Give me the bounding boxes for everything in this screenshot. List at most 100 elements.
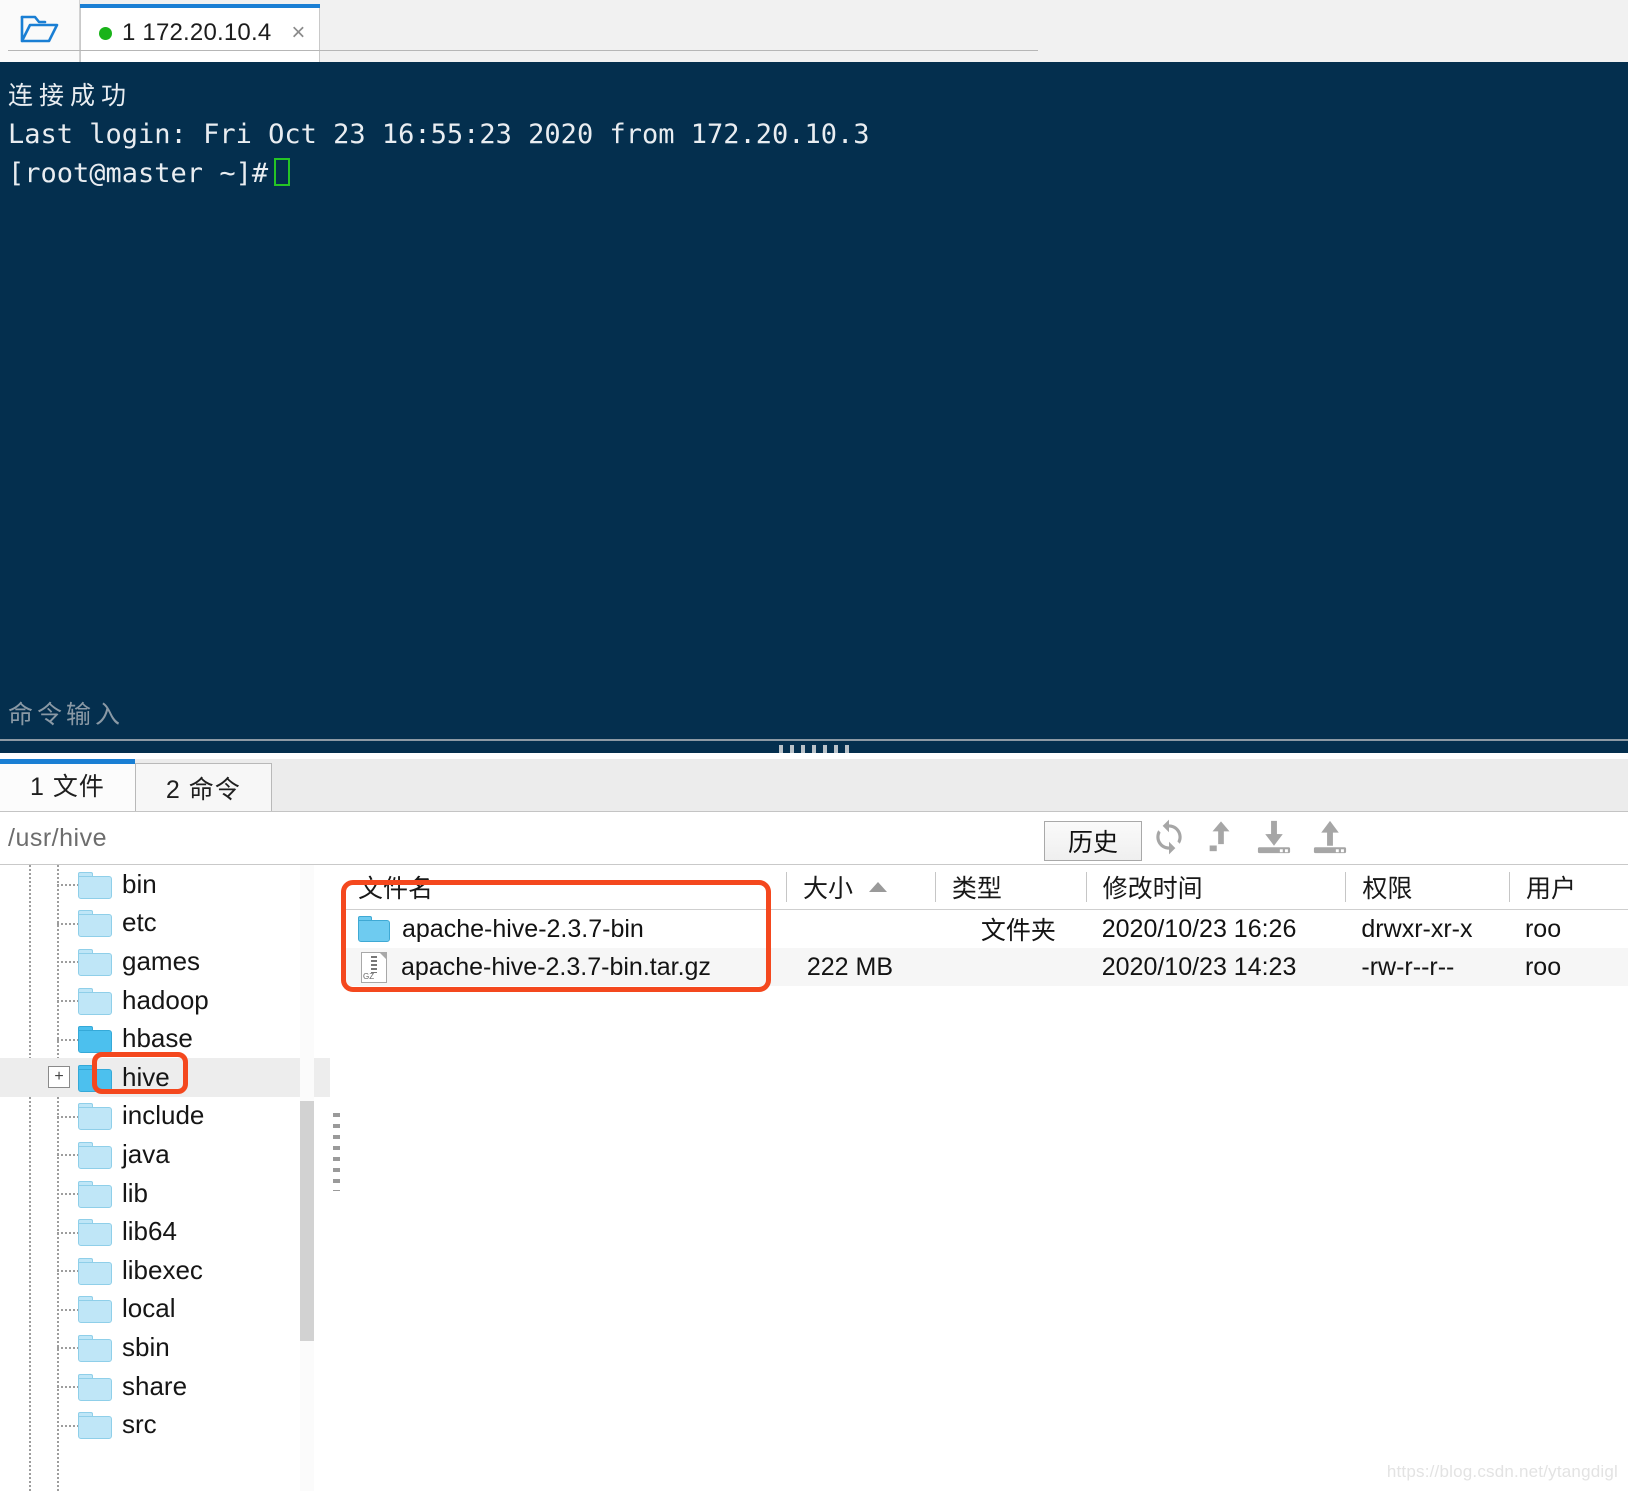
column-header-perm[interactable]: 权限 <box>1345 872 1509 903</box>
folder-icon <box>78 1180 112 1208</box>
file-cell-user: roo <box>1509 915 1628 944</box>
file-list-body[interactable]: apache-hive-2.3.7-bin 文件夹 2020/10/23 16:26… <box>342 910 1628 986</box>
file-perm-text: drwxr-xr-x <box>1361 914 1473 943</box>
go-up-icon[interactable] <box>1204 818 1238 856</box>
tree-item-libexec[interactable]: libexec <box>0 1251 330 1290</box>
column-header-label: 权限 <box>1362 875 1413 903</box>
tree-item-label: include <box>122 1100 205 1131</box>
tree-item-hbase[interactable]: hbase <box>0 1019 330 1058</box>
file-name-text: apache-hive-2.3.7-bin.tar.gz <box>401 952 711 981</box>
tree-connector <box>57 1231 79 1234</box>
file-mtime-text: 2020/10/23 16:26 <box>1101 914 1297 943</box>
file-row[interactable]: apache-hive-2.3.7-bin 文件夹 2020/10/23 16:26… <box>342 910 1628 948</box>
tree-connector <box>57 1154 79 1157</box>
tree-item-etc[interactable]: etc <box>0 904 330 943</box>
folder-icon <box>78 1412 112 1440</box>
upload-icon[interactable] <box>1310 818 1350 856</box>
column-header-name[interactable]: 文件名 <box>342 872 786 903</box>
tab-files-label: 1 文件 <box>30 773 105 801</box>
watermark: https://blog.csdn.net/ytangdigl <box>1386 1462 1618 1481</box>
file-type-text: 文件夹 <box>980 917 1056 945</box>
tree-item-hive[interactable]: + hive <box>0 1057 330 1097</box>
file-user-text: roo <box>1524 914 1562 943</box>
tree-connector <box>57 1386 79 1389</box>
tree-connector <box>57 1000 79 1003</box>
terminal-cursor <box>274 158 291 186</box>
directory-tree[interactable]: bin etc games hadoop hbase + hive include java li… <box>0 865 330 1491</box>
tree-item-share[interactable]: share <box>0 1367 330 1406</box>
tree-connector <box>57 922 79 925</box>
folder-icon <box>78 1064 112 1092</box>
tree-item-src[interactable]: src <box>0 1405 330 1444</box>
tree-item-lib[interactable]: lib <box>0 1174 330 1213</box>
tree-scrollbar-thumb[interactable] <box>300 1101 314 1341</box>
tab-commands[interactable]: 2 命令 <box>134 763 272 811</box>
path-bar: /usr/hive <box>0 812 1628 864</box>
tree-item-label: hadoop <box>122 984 209 1015</box>
file-cell-type: 文件夹 <box>935 911 1086 947</box>
connected-dot-icon <box>99 26 112 40</box>
terminal-line-1: Last login: Fri Oct 23 16:55:23 2020 fro… <box>8 119 870 150</box>
file-browser-content: bin etc games hadoop hbase + hive include java li… <box>0 864 1628 1491</box>
file-cell-size: 222 MB <box>786 953 935 982</box>
column-header-size[interactable]: 大小 <box>786 872 935 903</box>
folder-icon <box>78 1219 112 1247</box>
panel-splitter-grip[interactable] <box>779 745 849 753</box>
file-cell-name: GZ apache-hive-2.3.7-bin.tar.gz <box>342 951 786 983</box>
tree-item-label: java <box>122 1138 170 1169</box>
tree-item-bin[interactable]: bin <box>0 865 330 904</box>
tree-connector <box>57 1038 79 1041</box>
tree-item-label: etc <box>122 907 157 938</box>
tree-item-sbin[interactable]: sbin <box>0 1328 330 1367</box>
download-icon[interactable] <box>1254 818 1294 856</box>
tree-connector <box>57 1424 79 1427</box>
close-icon[interactable]: × <box>291 21 305 45</box>
tree-item-label: lib64 <box>122 1216 177 1247</box>
tab-files[interactable]: 1 文件 <box>0 759 135 811</box>
column-header-label: 用户 <box>1525 875 1576 903</box>
column-header-label: 修改时间 <box>1102 875 1203 903</box>
file-list[interactable]: 文件名 大小 类型 修改时间 权限 用户 apache-hive-2.3.7-bin 文件夹… <box>342 865 1628 1491</box>
tree-item-label: libexec <box>122 1254 203 1285</box>
tree-item-label: sbin <box>122 1331 170 1362</box>
open-folder-button[interactable] <box>0 0 80 62</box>
refresh-icon[interactable] <box>1150 818 1188 856</box>
file-user-text: roo <box>1524 952 1562 981</box>
column-header-label: 类型 <box>951 875 1002 903</box>
sort-ascending-icon <box>869 882 888 892</box>
tree-item-java[interactable]: java <box>0 1135 330 1174</box>
tree-item-label: lib <box>122 1177 149 1208</box>
file-cell-perm: drwxr-xr-x <box>1345 915 1509 944</box>
folder-icon <box>78 948 112 976</box>
tree-connector <box>57 884 79 887</box>
window-tabbar: 1 172.20.10.4 × <box>0 0 1628 63</box>
file-toolbar <box>1150 818 1350 856</box>
tree-item-games[interactable]: games <box>0 942 330 981</box>
column-header-mtime[interactable]: 修改时间 <box>1085 872 1346 903</box>
column-header-user[interactable]: 用户 <box>1508 872 1628 903</box>
current-path-input[interactable]: /usr/hive <box>8 824 107 853</box>
terminal-output-area[interactable]: 连接成功 Last login: Fri Oct 23 16:55:23 202… <box>0 62 1628 753</box>
tree-connector <box>57 1347 79 1350</box>
command-input-rule <box>0 739 1628 741</box>
folder-icon <box>78 1026 112 1054</box>
history-button[interactable]: 历史 <box>1044 821 1142 861</box>
vertical-splitter-grip[interactable] <box>333 1113 340 1191</box>
tree-connector <box>57 961 79 964</box>
column-header-label: 文件名 <box>358 875 434 903</box>
tree-item-label: share <box>122 1370 188 1401</box>
column-header-type[interactable]: 类型 <box>934 872 1086 903</box>
file-name-text: apache-hive-2.3.7-bin <box>402 914 644 943</box>
tree-item-include[interactable]: include <box>0 1097 330 1136</box>
tree-item-lib64[interactable]: lib64 <box>0 1212 330 1251</box>
tree-item-hadoop[interactable]: hadoop <box>0 981 330 1020</box>
file-row[interactable]: GZ apache-hive-2.3.7-bin.tar.gz 222 MB 2020… <box>342 948 1628 986</box>
tree-item-local[interactable]: local <box>0 1290 330 1329</box>
tree-expander-icon[interactable]: + <box>48 1066 70 1089</box>
terminal-prompt: [root@master ~]# <box>8 158 269 189</box>
tree-connector <box>57 1270 79 1273</box>
command-input-placeholder[interactable]: 命令输入 <box>8 695 124 731</box>
vertical-splitter[interactable] <box>330 865 342 1491</box>
terminal-tab-1[interactable]: 1 172.20.10.4 × <box>80 4 321 62</box>
folder-icon <box>78 1103 112 1131</box>
